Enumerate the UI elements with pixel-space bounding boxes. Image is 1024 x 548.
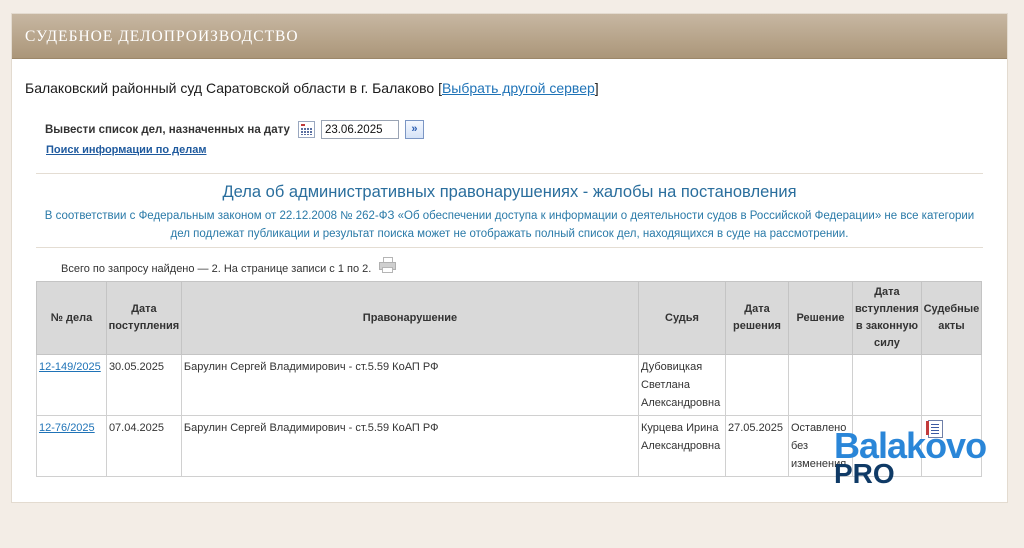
results-count-line: Всего по запросу найдено — 2. На страниц… [61, 257, 397, 276]
change-server-link[interactable]: Выбрать другой сервер [442, 80, 595, 96]
col-header-acts[interactable]: Судебные акты [920, 281, 983, 355]
bracket-close: ] [594, 80, 599, 96]
divider-bottom [36, 247, 983, 248]
cell-offense: Барулин Сергей Владимирович - ст.5.59 Ко… [180, 415, 640, 477]
divider-top [36, 173, 983, 174]
cell-decision-date [724, 354, 789, 416]
col-header-decision[interactable]: Решение [787, 281, 853, 355]
balakovo-pro-watermark: Balakovo PRO [834, 428, 987, 498]
cell-case-no: 12-149/2025 [36, 354, 107, 416]
cell-judge: Курцева Ирина Александровна [638, 415, 726, 477]
legal-notice: В соответствии с Федеральным законом от … [44, 210, 975, 240]
cell-offense: Барулин Сергей Владимирович - ст.5.59 Ко… [180, 354, 640, 416]
page-heading: Дела об административных правонарушениях… [222, 183, 797, 201]
table-row: 12-149/2025 30.05.2025 Барулин Сергей Вл… [36, 354, 983, 416]
court-name: Балаковский районный суд Саратовской обл… [25, 80, 435, 96]
calendar-icon[interactable] [297, 121, 315, 138]
results-count: Всего по запросу найдено — 2. На страниц… [61, 262, 372, 275]
col-header-received[interactable]: Дата поступления [105, 281, 182, 355]
printer-icon[interactable] [379, 257, 397, 273]
table-header-row: № дела Дата поступления Правонарушение С… [36, 281, 983, 355]
col-header-decision-date[interactable]: Дата решения [724, 281, 789, 355]
col-header-case-no[interactable]: № дела [36, 281, 107, 355]
col-header-effective-date[interactable]: Дата вступления в законную силу [851, 281, 922, 355]
date-input[interactable] [320, 120, 399, 139]
case-link[interactable]: 12-76/2025 [39, 422, 95, 434]
date-filter-label: Вывести список дел, назначенных на дату [45, 123, 290, 136]
court-name-line: Балаковский районный суд Саратовской обл… [25, 80, 599, 96]
case-link[interactable]: 12-149/2025 [39, 361, 101, 373]
cell-received: 30.05.2025 [105, 354, 182, 416]
double-chevron-right-icon: » [411, 123, 418, 135]
header-banner: СУДЕБНОЕ ДЕЛОПРОИЗВОДСТВО [12, 14, 1007, 59]
cell-received: 07.04.2025 [105, 415, 182, 477]
col-header-offense[interactable]: Правонарушение [180, 281, 640, 355]
cell-case-no: 12-76/2025 [36, 415, 107, 477]
banner-title: СУДЕБНОЕ ДЕЛОПРОИЗВОДСТВО [25, 28, 299, 45]
cell-judge: Дубовицкая Светлана Александровна [638, 354, 726, 416]
search-cases-link[interactable]: Поиск информации по делам [46, 144, 206, 156]
date-filter: Вывести список дел, назначенных на дату … [45, 120, 424, 139]
col-header-judge[interactable]: Судья [638, 281, 726, 355]
cell-decision [787, 354, 853, 416]
cell-acts [920, 354, 983, 416]
cell-decision-date: 27.05.2025 [724, 415, 789, 477]
cell-effective-date [851, 354, 922, 416]
go-button[interactable]: » [404, 120, 424, 139]
